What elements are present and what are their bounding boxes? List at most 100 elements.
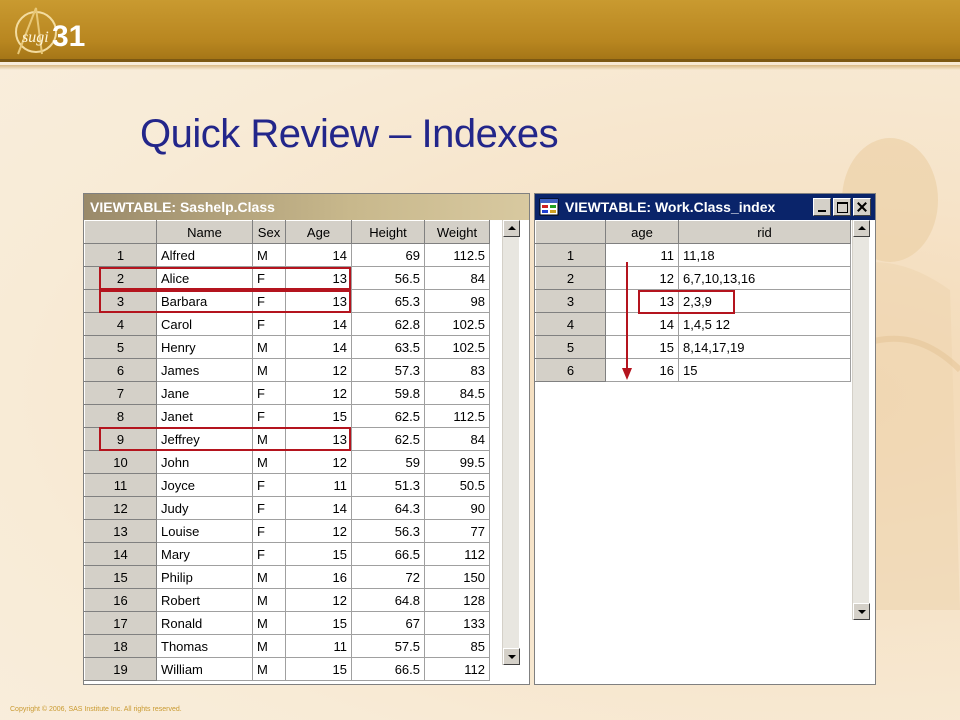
cell-rid[interactable]: 6,7,10,13,16	[678, 266, 851, 290]
cell-age[interactable]: 12	[285, 450, 352, 474]
cell-age[interactable]: 14	[285, 496, 352, 520]
row-number-cell[interactable]: 5	[535, 335, 606, 359]
table-row[interactable]: 19 William M 15 66.5 112	[84, 657, 490, 681]
close-button[interactable]	[853, 198, 871, 216]
cell-weight[interactable]: 112	[424, 542, 490, 566]
cell-height[interactable]: 62.5	[351, 404, 425, 428]
cell-age[interactable]: 12	[285, 358, 352, 382]
cell-sex[interactable]: M	[252, 611, 286, 635]
cell-weight[interactable]: 85	[424, 634, 490, 658]
cell-name[interactable]: John	[156, 450, 253, 474]
cell-height[interactable]: 57.5	[351, 634, 425, 658]
cell-sex[interactable]: M	[252, 450, 286, 474]
table-row[interactable]: 15 Philip M 16 72 150	[84, 565, 490, 589]
cell-height[interactable]: 62.5	[351, 427, 425, 451]
cell-rid[interactable]: 15	[678, 358, 851, 382]
table-row[interactable]: 6 James M 12 57.3 83	[84, 358, 490, 382]
row-number-cell[interactable]: 6	[84, 358, 157, 382]
cell-height[interactable]: 64.3	[351, 496, 425, 520]
cell-weight[interactable]: 112.5	[424, 243, 490, 267]
cell-sex[interactable]: M	[252, 565, 286, 589]
maximize-button[interactable]	[833, 198, 851, 216]
cell-name[interactable]: Barbara	[156, 289, 253, 313]
table-row[interactable]: 4 Carol F 14 62.8 102.5	[84, 312, 490, 336]
cell-height[interactable]: 57.3	[351, 358, 425, 382]
window-titlebar[interactable]: VIEWTABLE: Work.Class_index	[535, 194, 875, 220]
column-header-name[interactable]: Name	[156, 220, 253, 244]
cell-age[interactable]: 12	[285, 588, 352, 612]
table-row[interactable]: 4 14 1,4,5 12	[535, 312, 851, 336]
cell-rid[interactable]: 1,4,5 12	[678, 312, 851, 336]
cell-sex[interactable]: F	[252, 289, 286, 313]
cell-height[interactable]: 59	[351, 450, 425, 474]
table-row[interactable]: 12 Judy F 14 64.3 90	[84, 496, 490, 520]
row-number-cell[interactable]: 13	[84, 519, 157, 543]
row-number-cell[interactable]: 6	[535, 358, 606, 382]
cell-weight[interactable]: 112.5	[424, 404, 490, 428]
table-row[interactable]: 14 Mary F 15 66.5 112	[84, 542, 490, 566]
cell-sex[interactable]: M	[252, 243, 286, 267]
scroll-up-button[interactable]	[503, 220, 520, 237]
row-number-cell[interactable]: 11	[84, 473, 157, 497]
cell-age[interactable]: 15	[285, 611, 352, 635]
row-number-cell[interactable]: 4	[84, 312, 157, 336]
minimize-button[interactable]	[813, 198, 831, 216]
column-header-age[interactable]: age	[605, 220, 679, 244]
row-number-cell[interactable]: 3	[535, 289, 606, 313]
cell-age[interactable]: 16	[285, 565, 352, 589]
cell-sex[interactable]: M	[252, 427, 286, 451]
cell-weight[interactable]: 102.5	[424, 335, 490, 359]
row-number-header[interactable]	[535, 220, 606, 244]
cell-weight[interactable]: 150	[424, 565, 490, 589]
column-header-sex[interactable]: Sex	[252, 220, 286, 244]
row-number-cell[interactable]: 8	[84, 404, 157, 428]
cell-age[interactable]: 13	[285, 266, 352, 290]
table-row[interactable]: 1 Alfred M 14 69 112.5	[84, 243, 490, 267]
cell-sex[interactable]: F	[252, 381, 286, 405]
cell-age[interactable]: 16	[605, 358, 679, 382]
table-row[interactable]: 9 Jeffrey M 13 62.5 84	[84, 427, 490, 451]
table-row[interactable]: 13 Louise F 12 56.3 77	[84, 519, 490, 543]
cell-age[interactable]: 13	[605, 289, 679, 313]
cell-name[interactable]: Alice	[156, 266, 253, 290]
row-number-cell[interactable]: 1	[535, 243, 606, 267]
row-number-cell[interactable]: 5	[84, 335, 157, 359]
cell-weight[interactable]: 133	[424, 611, 490, 635]
cell-height[interactable]: 69	[351, 243, 425, 267]
vertical-scrollbar[interactable]	[502, 220, 520, 665]
cell-name[interactable]: Judy	[156, 496, 253, 520]
cell-height[interactable]: 67	[351, 611, 425, 635]
cell-rid[interactable]: 2,3,9	[678, 289, 851, 313]
table-row[interactable]: 5 Henry M 14 63.5 102.5	[84, 335, 490, 359]
cell-sex[interactable]: F	[252, 266, 286, 290]
cell-height[interactable]: 62.8	[351, 312, 425, 336]
cell-age[interactable]: 15	[285, 404, 352, 428]
row-number-cell[interactable]: 16	[84, 588, 157, 612]
cell-sex[interactable]: M	[252, 358, 286, 382]
cell-sex[interactable]: F	[252, 404, 286, 428]
scroll-down-button[interactable]	[853, 603, 870, 620]
table-row[interactable]: 11 Joyce F 11 51.3 50.5	[84, 473, 490, 497]
row-number-cell[interactable]: 7	[84, 381, 157, 405]
cell-name[interactable]: James	[156, 358, 253, 382]
column-header-height[interactable]: Height	[351, 220, 425, 244]
cell-age[interactable]: 12	[285, 519, 352, 543]
cell-weight[interactable]: 84.5	[424, 381, 490, 405]
cell-weight[interactable]: 50.5	[424, 473, 490, 497]
window-titlebar[interactable]: VIEWTABLE: Sashelp.Class	[84, 194, 529, 220]
table-row[interactable]: 1 11 11,18	[535, 243, 851, 267]
cell-sex[interactable]: F	[252, 496, 286, 520]
cell-name[interactable]: Ronald	[156, 611, 253, 635]
row-number-cell[interactable]: 2	[535, 266, 606, 290]
cell-name[interactable]: Henry	[156, 335, 253, 359]
row-number-cell[interactable]: 18	[84, 634, 157, 658]
cell-name[interactable]: Janet	[156, 404, 253, 428]
cell-sex[interactable]: M	[252, 657, 286, 681]
cell-name[interactable]: William	[156, 657, 253, 681]
cell-name[interactable]: Mary	[156, 542, 253, 566]
cell-age[interactable]: 11	[285, 473, 352, 497]
table-row[interactable]: 18 Thomas M 11 57.5 85	[84, 634, 490, 658]
row-number-cell[interactable]: 19	[84, 657, 157, 681]
row-number-cell[interactable]: 1	[84, 243, 157, 267]
cell-sex[interactable]: M	[252, 634, 286, 658]
